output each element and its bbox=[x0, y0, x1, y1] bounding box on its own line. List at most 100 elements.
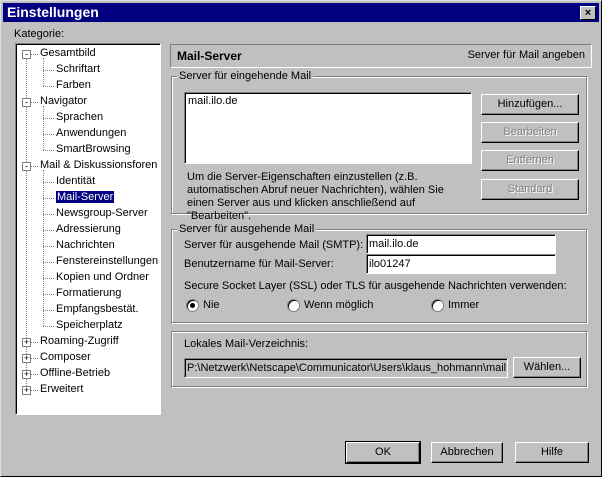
tree-item-label: Offline-Betrieb bbox=[40, 367, 111, 379]
tree-connector bbox=[43, 118, 54, 119]
username-input[interactable]: ilo01247 bbox=[366, 254, 556, 274]
tree-connector bbox=[43, 230, 54, 231]
expand-icon[interactable]: + bbox=[22, 370, 31, 379]
tree-item-label: Gesamtbild bbox=[40, 47, 96, 59]
tree-item-label: Empfangsbestät. bbox=[56, 303, 139, 315]
tree-item-label: Kopien und Ordner bbox=[56, 271, 149, 283]
tree-connector bbox=[43, 134, 54, 135]
tree-connector bbox=[43, 150, 54, 151]
remove-server-button[interactable]: Entfernen bbox=[481, 150, 579, 171]
tree-item[interactable]: Roaming-Zugriff bbox=[40, 334, 119, 349]
settings-dialog: Einstellungen × Kategorie: Gesamtbild - Sc… bbox=[0, 0, 602, 477]
incoming-group-label: Server für eingehende Mail bbox=[177, 70, 314, 82]
outgoing-group-label: Server für ausgehende Mail bbox=[177, 223, 317, 235]
tree-connector bbox=[43, 198, 54, 199]
tree-item[interactable]: Speicherplatz bbox=[56, 318, 123, 333]
username-label: Benutzername für Mail-Server: bbox=[184, 258, 334, 270]
category-tree[interactable]: Gesamtbild - Schriftart Farben Navigator - Spr… bbox=[15, 43, 161, 415]
tree-connector bbox=[31, 102, 38, 103]
tree-connector bbox=[43, 86, 54, 87]
tree-connector bbox=[43, 262, 54, 263]
category-label: Kategorie: bbox=[14, 28, 65, 40]
tree-item[interactable]: Formatierung bbox=[56, 286, 121, 301]
tree-connector bbox=[43, 106, 44, 150]
ok-button-label: OK bbox=[375, 446, 391, 458]
tree-item-label: Mail & Diskussionsforen bbox=[40, 159, 158, 171]
tree-connector bbox=[43, 246, 54, 247]
collapse-icon[interactable]: - bbox=[22, 98, 31, 107]
tree-item-label: Newsgroup-Server bbox=[56, 207, 148, 219]
tree-item[interactable]: Mail & Diskussionsforen bbox=[40, 158, 157, 173]
tree-item[interactable]: Newsgroup-Server bbox=[56, 206, 148, 221]
tree-connector bbox=[43, 182, 54, 183]
title-bar[interactable]: Einstellungen × bbox=[3, 3, 599, 22]
ssl-option-label[interactable]: Wenn möglich bbox=[304, 299, 374, 311]
local-dir-path-field[interactable]: P:\Netzwerk\Netscape\Communicator\Users\… bbox=[184, 358, 508, 378]
tree-connector bbox=[43, 214, 54, 215]
collapse-icon[interactable]: - bbox=[22, 162, 31, 171]
add-server-button[interactable]: Hinzufügen... bbox=[481, 94, 579, 115]
tree-item-label: Formatierung bbox=[56, 287, 122, 299]
collapse-icon[interactable]: - bbox=[22, 50, 31, 59]
tree-connector bbox=[31, 54, 38, 55]
ssl-option-radio[interactable] bbox=[287, 299, 300, 312]
tree-connector bbox=[43, 278, 54, 279]
tree-item[interactable]: SmartBrowsing bbox=[56, 142, 131, 157]
ok-button[interactable]: OK bbox=[345, 441, 421, 464]
tree-item[interactable]: Adressierung bbox=[56, 222, 121, 237]
tree-connector bbox=[43, 310, 54, 311]
close-icon[interactable]: × bbox=[580, 6, 596, 20]
tree-item-label: Sprachen bbox=[56, 111, 104, 123]
ssl-option-radio[interactable] bbox=[431, 299, 444, 312]
smtp-server-input[interactable]: mail.ilo.de bbox=[366, 234, 556, 254]
tree-connector bbox=[31, 166, 38, 167]
tree-item[interactable]: Nachrichten bbox=[56, 238, 115, 253]
edit-server-button[interactable]: Bearbeiten bbox=[481, 122, 579, 143]
tree-item[interactable]: Empfangsbestät. bbox=[56, 302, 139, 317]
tree-item[interactable]: Navigator bbox=[40, 94, 87, 109]
tree-item[interactable]: Kopien und Ordner bbox=[56, 270, 149, 285]
tree-item[interactable]: Anwendungen bbox=[56, 126, 126, 141]
ssl-option-label[interactable]: Immer bbox=[448, 299, 479, 311]
server-list-item[interactable]: mail.ilo.de bbox=[188, 95, 468, 107]
incoming-server-list[interactable]: mail.ilo.de bbox=[184, 92, 472, 164]
expand-icon[interactable]: + bbox=[22, 386, 31, 395]
tree-item[interactable]: Offline-Betrieb bbox=[40, 366, 110, 381]
tree-connector bbox=[31, 342, 38, 343]
panel-header: Mail-Server Server für Mail angeben bbox=[170, 44, 592, 68]
choose-dir-button-label: Wählen... bbox=[523, 361, 571, 373]
tree-item[interactable]: Mail-Server bbox=[56, 190, 115, 205]
incoming-hint: Um die Server-Eigenschaften einzustellen… bbox=[187, 171, 444, 222]
ssl-option-radio[interactable] bbox=[186, 299, 199, 312]
tree-connector bbox=[43, 70, 54, 71]
cancel-button-label: Abbrechen bbox=[440, 446, 494, 458]
tree-item[interactable]: Composer bbox=[40, 350, 91, 365]
panel-title: Mail-Server bbox=[177, 49, 242, 63]
ssl-option-label[interactable]: Nie bbox=[203, 299, 220, 311]
choose-dir-button[interactable]: Wählen... bbox=[513, 357, 581, 378]
tree-item[interactable]: Gesamtbild bbox=[40, 46, 96, 61]
tree-item-label: Mail-Server bbox=[56, 191, 115, 203]
window-title: Einstellungen bbox=[7, 4, 99, 20]
tree-item[interactable]: Erweitert bbox=[40, 382, 83, 397]
tree-item[interactable]: Schriftart bbox=[56, 62, 100, 77]
cancel-button[interactable]: Abbrechen bbox=[431, 442, 503, 463]
tree-item[interactable]: Fenstereinstellungen bbox=[56, 254, 158, 269]
tree-item[interactable]: Identität bbox=[56, 174, 95, 189]
tree-connector bbox=[31, 358, 38, 359]
expand-icon[interactable]: + bbox=[22, 354, 31, 363]
tree-item[interactable]: Sprachen bbox=[56, 110, 103, 125]
tree-item-label: Erweitert bbox=[40, 383, 84, 395]
expand-icon[interactable]: + bbox=[22, 338, 31, 347]
default-server-button[interactable]: Standard bbox=[481, 179, 579, 200]
tree-item-label: Anwendungen bbox=[56, 127, 127, 139]
tree-item-label: Identität bbox=[56, 175, 96, 187]
help-button[interactable]: Hilfe bbox=[515, 442, 589, 463]
tree-item-label: Fenstereinstellungen bbox=[56, 255, 159, 267]
tree-item[interactable]: Farben bbox=[56, 78, 91, 93]
tree-item-label: Composer bbox=[40, 351, 91, 363]
tree-item-label: Navigator bbox=[40, 95, 88, 107]
tree-item-label: Farben bbox=[56, 79, 91, 91]
panel-subtitle: Server für Mail angeben bbox=[467, 49, 585, 61]
tree-item-label: Nachrichten bbox=[56, 239, 115, 251]
